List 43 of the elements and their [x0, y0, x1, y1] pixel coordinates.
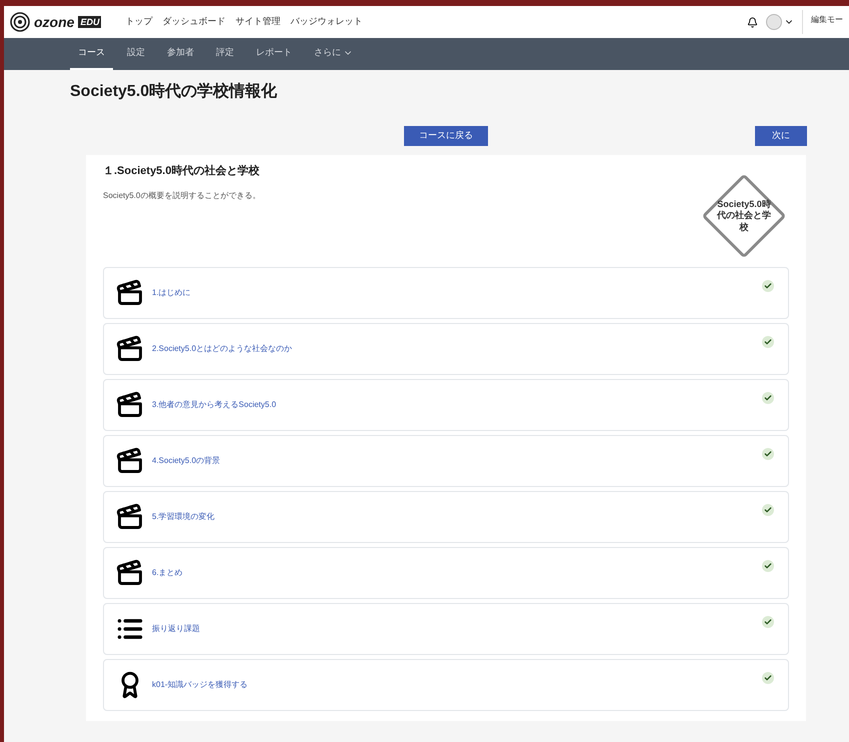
completion-check-icon[interactable] — [762, 336, 774, 348]
logo-text: ozone — [34, 12, 74, 32]
activity-link[interactable]: k01-知識バッジを獲得する — [152, 679, 248, 691]
clapperboard-icon — [116, 559, 144, 587]
next-button[interactable]: 次に — [755, 126, 807, 146]
clapperboard-icon — [116, 391, 144, 419]
completion-check-icon[interactable] — [762, 448, 774, 460]
activity-link[interactable]: 振り返り課題 — [152, 623, 200, 635]
course-tab[interactable]: レポート — [248, 38, 300, 70]
course-tab[interactable]: さらに — [306, 38, 361, 70]
completion-check-icon[interactable] — [762, 392, 774, 404]
activity-link[interactable]: 1.はじめに — [152, 287, 191, 299]
course-tab[interactable]: 参加者 — [159, 38, 202, 70]
nav-link[interactable]: ダッシュボード — [162, 15, 226, 29]
activity-link[interactable]: 3.他者の意見から考えるSociety5.0 — [152, 399, 276, 411]
section-summary: Society5.0の概要を説明することができる。 — [103, 190, 260, 202]
completion-check-icon[interactable] — [762, 560, 774, 572]
completion-check-icon[interactable] — [762, 672, 774, 684]
logo-tag: EDU — [78, 16, 102, 28]
badge-label: Society5.0時代の社会と学校 — [717, 199, 771, 233]
nav-link[interactable]: バッジウォレット — [290, 15, 362, 29]
completion-check-icon[interactable] — [762, 280, 774, 292]
activity-link[interactable]: 6.まとめ — [152, 567, 183, 579]
activity-link[interactable]: 5.学習環境の変化 — [152, 511, 215, 523]
course-tab[interactable]: 評定 — [208, 38, 242, 70]
edit-mode-label: 編集モー — [811, 14, 843, 26]
course-tab[interactable]: コース — [70, 38, 113, 70]
logo-icon — [10, 12, 30, 32]
clapperboard-icon — [116, 503, 144, 531]
course-tab[interactable]: 設定 — [119, 38, 153, 70]
activity-link[interactable]: 2.Society5.0とはどのような社会なのか — [152, 343, 292, 355]
clapperboard-icon — [116, 279, 144, 307]
activity-link[interactable]: 4.Society5.0の背景 — [152, 455, 220, 467]
page-title: Society5.0時代の学校情報化 — [70, 82, 278, 102]
clapperboard-icon — [116, 335, 144, 363]
section-title: １.Society5.0時代の社会と学校 — [103, 164, 260, 179]
nav-link[interactable]: サイト管理 — [235, 15, 280, 29]
nav-link[interactable]: トップ — [125, 15, 152, 29]
back-to-course-button[interactable]: コースに戻る — [404, 126, 488, 146]
completion-check-icon[interactable] — [762, 504, 774, 516]
clapperboard-icon — [116, 447, 144, 475]
completion-check-icon[interactable] — [762, 616, 774, 628]
bell-icon[interactable] — [747, 16, 758, 28]
